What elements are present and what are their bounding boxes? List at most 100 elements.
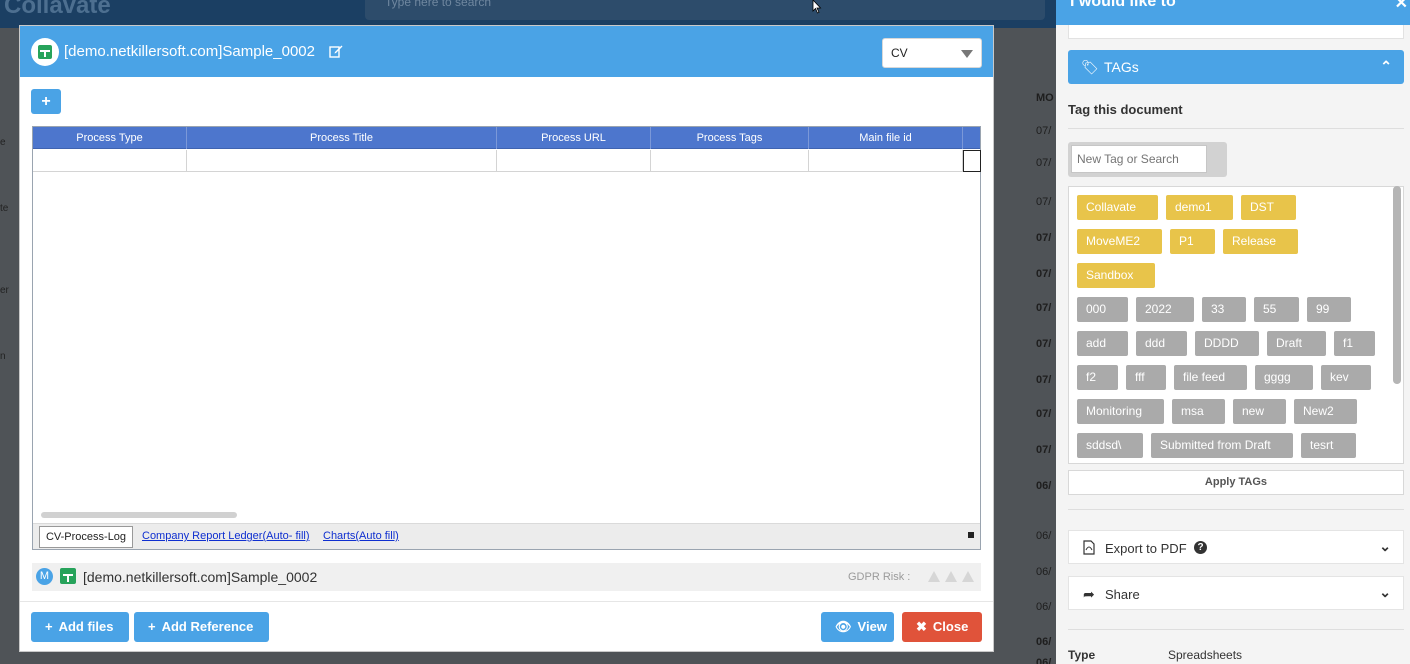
available-tag[interactable]: f2 [1077, 365, 1118, 390]
background-date-cell: 07/ [1036, 125, 1052, 137]
background-date-cell: 06/ [1036, 566, 1052, 578]
background-column-header: MO [1036, 92, 1054, 104]
available-tag[interactable]: New2 [1294, 399, 1357, 424]
eye-icon: 👁︎ [835, 619, 852, 634]
sheet-tab-cv-process-log[interactable]: CV-Process-Log [39, 526, 133, 548]
available-tag[interactable]: Draft [1267, 331, 1326, 356]
document-type-select[interactable]: CV [882, 38, 982, 68]
available-tag[interactable]: tesrt [1301, 433, 1356, 458]
close-icon[interactable]: ✕ [1395, 0, 1408, 13]
background-date-cell: 07/ [1036, 302, 1052, 314]
grid-cell-selected[interactable] [963, 150, 981, 172]
tag-list-scrollbar[interactable] [1393, 186, 1401, 384]
chevron-down-icon: ⌄ [1379, 538, 1391, 554]
available-tag[interactable]: 99 [1307, 297, 1351, 322]
background-date-cell: 07/ [1036, 196, 1052, 208]
available-tag[interactable]: msa [1172, 399, 1225, 424]
column-header[interactable]: Main file id [809, 127, 963, 149]
tab-bar-corner-icon [968, 532, 974, 538]
panel-collapsed-section [1068, 25, 1404, 39]
grid-cell[interactable] [187, 150, 497, 172]
warning-icon [928, 571, 940, 582]
sheet-tab-charts[interactable]: Charts(Auto fill) [323, 526, 399, 548]
edit-icon[interactable] [329, 44, 343, 58]
add-files-button[interactable]: + Add files [31, 612, 129, 642]
applied-tag[interactable]: demo1 [1166, 195, 1233, 220]
tag-search-input[interactable] [1071, 145, 1207, 173]
grid-header: Process Type Process Title Process URL P… [33, 127, 980, 149]
spreadsheet-icon [60, 568, 76, 584]
background-left-fragment: er [0, 285, 9, 296]
add-files-label: Add files [58, 619, 114, 634]
available-tag[interactable]: Submitted from Draft [1151, 433, 1293, 458]
export-pdf-section[interactable]: Export to PDF ? ⌄ [1068, 530, 1404, 564]
grid-cell[interactable] [651, 150, 809, 172]
column-header[interactable]: Process Tags [651, 127, 809, 149]
share-section[interactable]: ➦ Share ⌄ [1068, 576, 1404, 610]
available-tag[interactable]: 2022 [1136, 297, 1194, 322]
available-tag[interactable]: f1 [1334, 331, 1375, 356]
background-date-cell: 06/ [1036, 636, 1052, 648]
warning-icon [945, 571, 957, 582]
warning-icon [962, 571, 974, 582]
help-icon[interactable]: ? [1194, 541, 1207, 554]
attached-file-row[interactable]: M [demo.netkillersoft.com]Sample_0002 GD… [32, 563, 981, 591]
tag-list: Collavate demo1 DST MoveME2 P1 Release S… [1068, 186, 1404, 464]
column-header[interactable]: Process URL [497, 127, 651, 149]
view-button[interactable]: 👁︎ View [821, 612, 894, 642]
grid-cell[interactable] [809, 150, 963, 172]
app-logo: Collavate [4, 0, 111, 19]
applied-tag[interactable]: DST [1241, 195, 1296, 220]
available-tag[interactable]: kev [1321, 365, 1371, 390]
sheet-tab-company-report-ledger[interactable]: Company Report Ledger(Auto- fill) [142, 526, 310, 548]
global-search-placeholder: Type here to search [385, 0, 492, 9]
background-date-cell: 06/ [1036, 601, 1052, 613]
column-header[interactable]: Process Type [33, 127, 187, 149]
grid-cell[interactable] [497, 150, 651, 172]
modal-title: [demo.netkillersoft.com]Sample_0002 [64, 43, 315, 60]
available-tag[interactable]: 000 [1077, 297, 1128, 322]
horizontal-scrollbar[interactable] [41, 512, 237, 518]
available-tag[interactable]: gggg [1255, 365, 1313, 390]
apply-tags-button[interactable]: Apply TAGs [1068, 470, 1404, 495]
applied-tag[interactable]: Release [1223, 229, 1298, 254]
spreadsheet-grid[interactable]: Process Type Process Title Process URL P… [32, 126, 981, 550]
footer-divider [20, 601, 993, 602]
background-date-cell: 07/ [1036, 157, 1052, 169]
available-tag[interactable]: add [1077, 331, 1128, 356]
background-date-cell: 06/ [1036, 480, 1052, 492]
applied-tag[interactable]: Sandbox [1077, 263, 1155, 288]
share-icon: ➦ [1083, 586, 1095, 602]
spreadsheet-badge [31, 38, 59, 66]
modal-header: [demo.netkillersoft.com]Sample_0002 CV [20, 26, 993, 77]
available-tag[interactable]: ddd [1136, 331, 1187, 356]
column-header[interactable]: Process Title [187, 127, 497, 149]
tag-icon: 🏷︎ [1081, 59, 1099, 75]
background-date-cell: 07/ [1036, 444, 1052, 456]
available-tag[interactable]: 55 [1254, 297, 1299, 322]
close-button[interactable]: ✖ Close [902, 612, 982, 642]
available-tag[interactable]: DDDD [1195, 331, 1259, 356]
document-modal: [demo.netkillersoft.com]Sample_0002 CV +… [19, 25, 994, 652]
gdpr-risk-label: GDPR Risk : [848, 571, 911, 583]
applied-tag[interactable]: MoveME2 [1077, 229, 1162, 254]
document-type-value: CV [891, 46, 908, 60]
available-tag[interactable]: sddsd\ [1077, 433, 1143, 458]
available-tag[interactable]: fff [1126, 365, 1166, 390]
sheet-tab-bar: CV-Process-Log Company Report Ledger(Aut… [33, 523, 980, 549]
tags-section-header[interactable]: 🏷︎ TAGs ⌃ [1068, 50, 1404, 84]
available-tag[interactable]: file feed [1174, 365, 1247, 390]
add-reference-button[interactable]: + Add Reference [134, 612, 269, 642]
applied-tag[interactable]: P1 [1170, 229, 1215, 254]
divider [1068, 629, 1404, 630]
background-date-cell: 07/ [1036, 268, 1052, 280]
available-tag[interactable]: Monitoring [1077, 399, 1164, 424]
add-row-button[interactable]: + [31, 89, 61, 114]
grid-cell[interactable] [33, 150, 187, 172]
applied-tag[interactable]: Collavate [1077, 195, 1158, 220]
file-name[interactable]: [demo.netkillersoft.com]Sample_0002 [83, 569, 317, 585]
background-left-fragment: te [0, 203, 9, 214]
available-tag[interactable]: 33 [1202, 297, 1246, 322]
available-tag[interactable]: new [1233, 399, 1286, 424]
global-search-bar[interactable]: Type here to search [365, 0, 1045, 20]
